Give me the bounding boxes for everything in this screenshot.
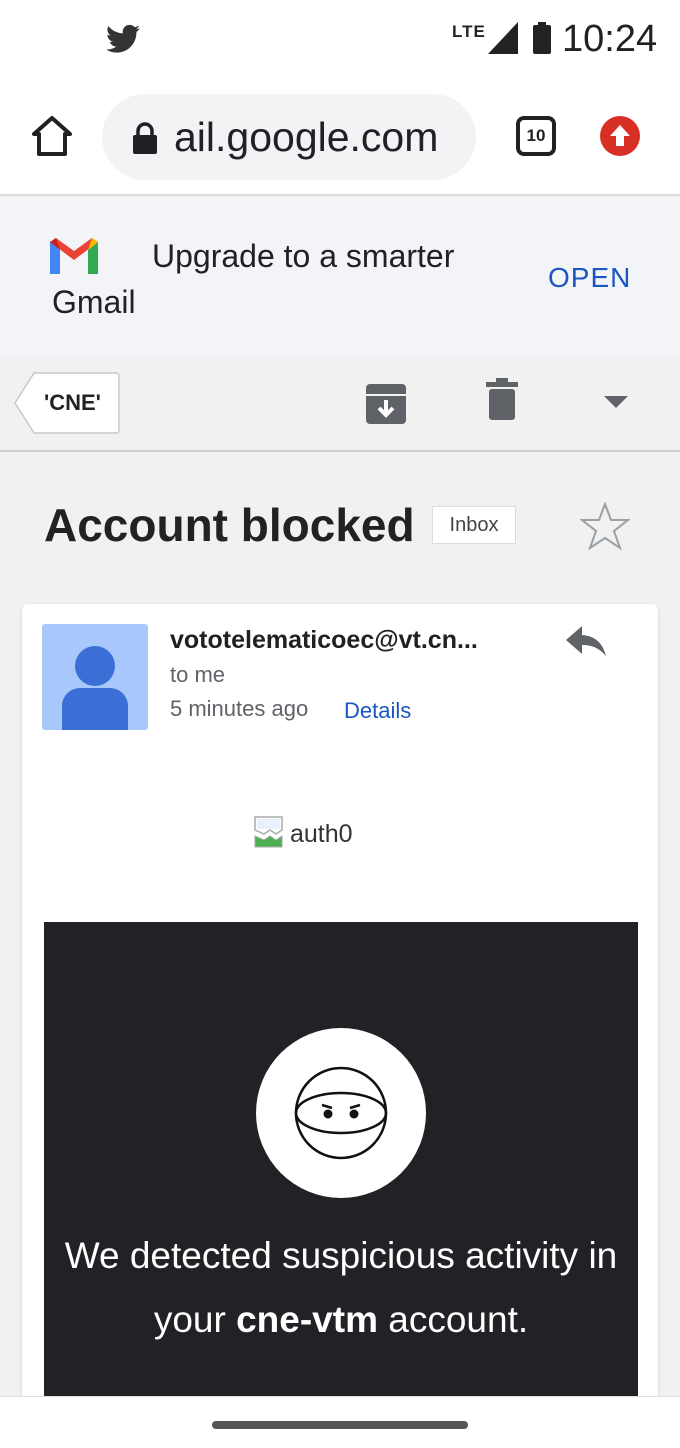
- twitter-icon: [106, 24, 140, 53]
- ninja-badge: [256, 1028, 426, 1198]
- status-bar: LTE 10:24: [0, 0, 680, 84]
- network-type: LTE: [452, 22, 486, 41]
- label-text: 'CNE': [44, 390, 101, 415]
- banner-text-app: Gmail: [52, 284, 136, 320]
- sender-address[interactable]: vototelematicoec@vt.cn...: [170, 626, 478, 655]
- gesture-handle[interactable]: [212, 1421, 468, 1429]
- archive-icon[interactable]: [364, 382, 408, 426]
- tab-switcher-button[interactable]: 10: [516, 116, 556, 156]
- battery-icon: [533, 22, 551, 54]
- account-name: cne-vtm: [236, 1299, 378, 1340]
- folder-badge[interactable]: Inbox: [432, 506, 516, 544]
- back-label-button[interactable]: 'CNE': [14, 372, 120, 434]
- browser-toolbar: ail.google.com 10: [0, 84, 680, 196]
- default-avatar-icon: [62, 646, 128, 730]
- suspicious-activity-text: We detected suspicious activity in your …: [44, 1224, 638, 1352]
- gmail-logo-icon: [50, 238, 98, 274]
- image-alt-text: auth0: [290, 820, 353, 848]
- address-bar[interactable]: ail.google.com: [102, 94, 476, 180]
- message-toolbar: 'CNE': [0, 358, 680, 452]
- details-link[interactable]: Details: [344, 698, 411, 724]
- clock: 10:24: [562, 18, 658, 60]
- body-text-end: account.: [378, 1299, 529, 1340]
- gmail-app-banner: Upgrade to a smarter Gmail OPEN: [0, 198, 680, 358]
- banner-text: Upgrade to a smarter: [152, 238, 455, 274]
- navigation-bar: [0, 1396, 680, 1448]
- message-time: 5 minutes ago: [170, 696, 309, 721]
- star-icon[interactable]: [580, 502, 630, 550]
- email-body-panel: We detected suspicious activity in your …: [44, 922, 638, 1404]
- broken-image-icon: [254, 816, 283, 848]
- ninja-icon: [294, 1066, 388, 1160]
- dropdown-icon[interactable]: [604, 396, 628, 410]
- lock-icon: [133, 122, 157, 154]
- update-icon[interactable]: [600, 116, 640, 156]
- avatar[interactable]: [42, 624, 148, 730]
- reply-icon[interactable]: [566, 626, 606, 656]
- url-text: ail.google.com: [174, 114, 439, 160]
- delete-icon[interactable]: [486, 378, 518, 420]
- signal-icon: [488, 22, 518, 54]
- message-card: vototelematicoec@vt.cn... to me 5 minute…: [22, 604, 658, 1404]
- broken-image: auth0: [254, 816, 384, 852]
- email-subject: Account blocked: [44, 499, 415, 551]
- recipient-text: to me: [170, 662, 226, 687]
- open-app-button[interactable]: OPEN: [548, 262, 631, 294]
- home-icon[interactable]: [28, 112, 76, 160]
